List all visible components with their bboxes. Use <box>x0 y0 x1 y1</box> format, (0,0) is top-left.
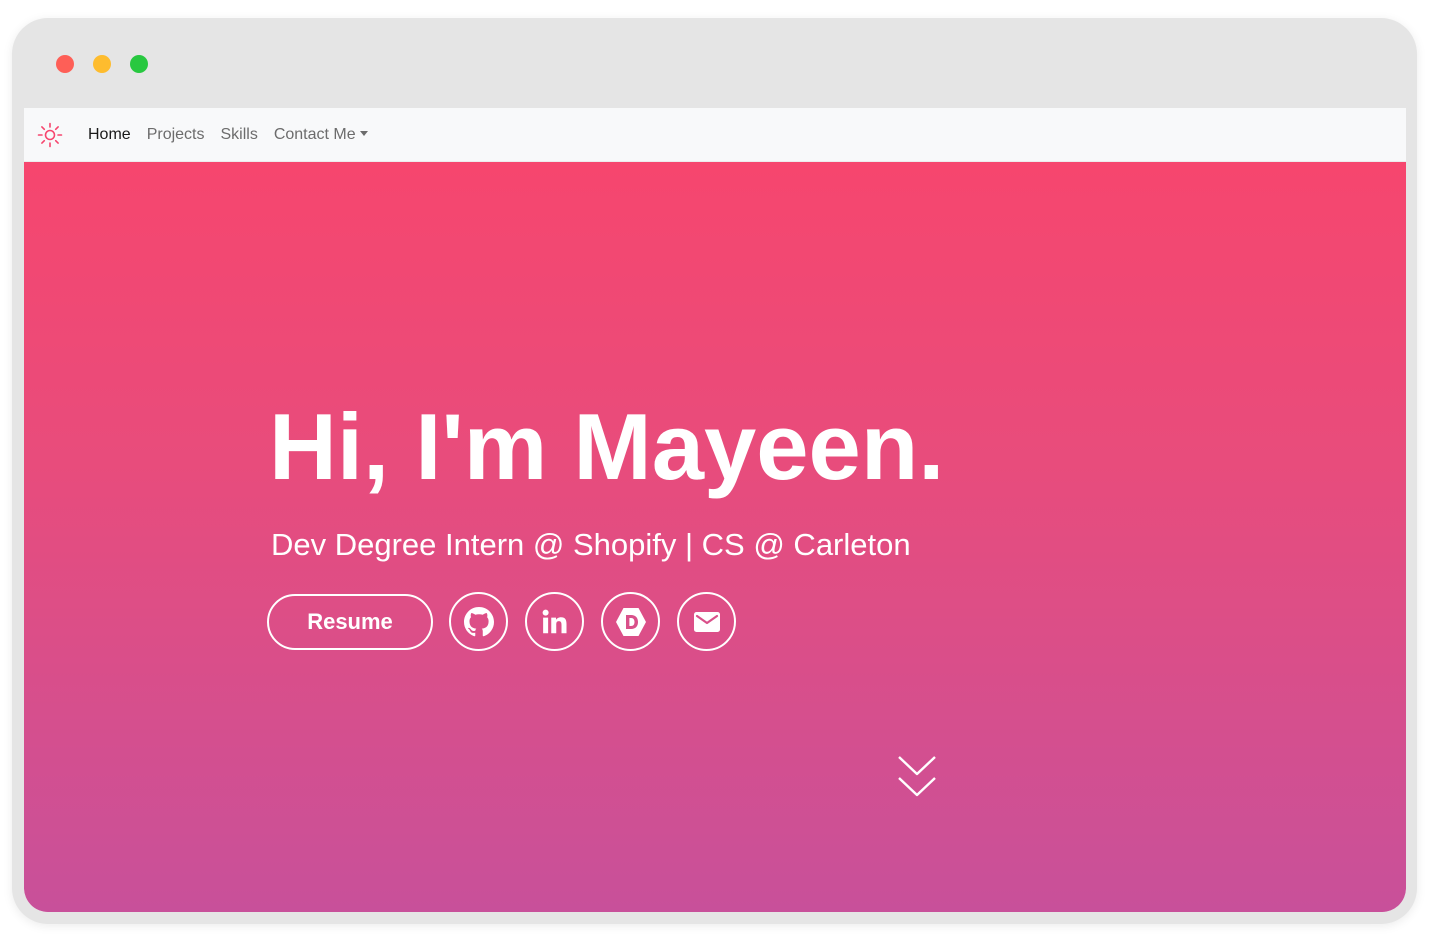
devpost-icon <box>615 607 646 636</box>
github-icon <box>463 606 494 636</box>
nav-contact-me-dropdown[interactable]: Contact Me <box>274 126 368 144</box>
nav-projects[interactable]: Projects <box>147 126 205 144</box>
navbar: Home Projects Skills Contact Me <box>24 108 1406 162</box>
page-viewport: Home Projects Skills Contact Me Hi, I'm … <box>24 108 1406 912</box>
nav-contact-me-label: Contact Me <box>273 125 356 143</box>
caret-down-icon <box>359 131 368 136</box>
hero-title: Hi, I'm Mayeen. <box>269 394 945 499</box>
resume-button[interactable]: Resume <box>267 593 433 650</box>
minimize-window-button[interactable] <box>93 55 111 73</box>
window-controls <box>56 55 148 73</box>
close-window-button[interactable] <box>56 55 74 73</box>
devpost-button[interactable] <box>601 592 660 651</box>
browser-window: Home Projects Skills Contact Me Hi, I'm … <box>12 18 1417 924</box>
linkedin-button[interactable] <box>525 592 584 651</box>
github-button[interactable] <box>449 592 508 651</box>
linkedin-icon <box>542 609 566 633</box>
sun-icon[interactable] <box>37 122 63 148</box>
hero-actions: Resume <box>267 592 753 651</box>
double-chevron-down-icon <box>898 756 936 797</box>
maximize-window-button[interactable] <box>130 55 148 73</box>
nav-home[interactable]: Home <box>88 126 131 144</box>
scroll-down-button[interactable] <box>897 754 937 800</box>
hero-subtitle: Dev Degree Intern @ Shopify | CS @ Carle… <box>271 527 911 562</box>
email-button[interactable] <box>677 592 736 651</box>
nav-skills[interactable]: Skills <box>220 126 257 144</box>
email-icon <box>693 611 720 632</box>
hero-section: Hi, I'm Mayeen. Dev Degree Intern @ Shop… <box>24 162 1406 912</box>
